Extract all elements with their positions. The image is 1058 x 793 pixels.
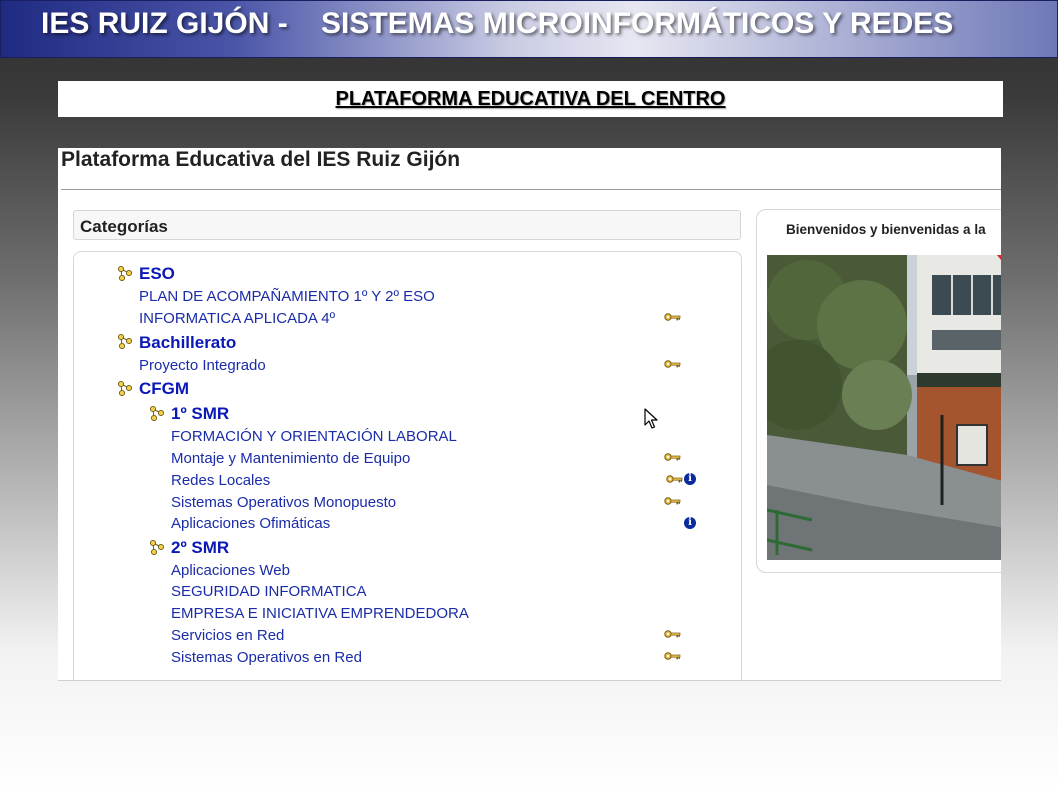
course-link[interactable]: Sistemas Operativos Monopuesto: [171, 494, 396, 511]
course-link[interactable]: Sistemas Operativos en Red: [171, 649, 362, 666]
category-node-icon: [149, 405, 165, 421]
category-eso[interactable]: ESO: [139, 264, 175, 284]
course-link[interactable]: Aplicaciones Web: [171, 562, 290, 579]
key-icon[interactable]: [664, 651, 681, 661]
title-divider: [61, 189, 1001, 190]
categories-heading: Categorías: [80, 217, 168, 236]
welcome-text: Bienvenidos y bienvenidas a la: [786, 222, 986, 237]
info-icon[interactable]: i: [684, 473, 696, 485]
course-link[interactable]: Redes Locales: [171, 472, 270, 489]
course-link[interactable]: Proyecto Integrado: [139, 357, 266, 374]
category-node-icon: [117, 380, 133, 396]
course-link[interactable]: FORMACIÓN Y ORIENTACIÓN LABORAL: [171, 428, 457, 445]
site-title: Plataforma Educativa del IES Ruiz Gijón: [61, 148, 461, 171]
category-bachillerato[interactable]: Bachillerato: [139, 333, 236, 353]
slide-title: IES RUIZ GIJÓN - SISTEMAS MICROINFORMÁTI…: [41, 7, 954, 40]
platform-banner-label: PLATAFORMA EDUCATIVA DEL CENTRO: [335, 88, 726, 110]
categories-header: Categorías: [73, 210, 741, 240]
category-1-smr[interactable]: 1º SMR: [171, 404, 229, 424]
course-link[interactable]: INFORMATICA APLICADA 4º: [139, 310, 335, 327]
course-link[interactable]: Montaje y Mantenimiento de Equipo: [171, 450, 410, 467]
info-icon[interactable]: i: [684, 517, 696, 529]
key-icon[interactable]: [664, 452, 681, 462]
mouse-cursor-icon: [644, 408, 658, 429]
course-link[interactable]: EMPRESA E INICIATIVA EMPRENDEDORA: [171, 605, 469, 622]
welcome-panel: Bienvenidos y bienvenidas a la: [756, 209, 1001, 573]
key-icon[interactable]: [664, 312, 681, 322]
key-icon[interactable]: [666, 474, 683, 484]
slide-header-bar: IES RUIZ GIJÓN - SISTEMAS MICROINFORMÁTI…: [0, 0, 1058, 58]
moodle-screenshot: Plataforma Educativa del IES Ruiz Gijón …: [58, 148, 1001, 681]
course-link[interactable]: SEGURIDAD INFORMATICA: [171, 583, 367, 600]
course-link[interactable]: Aplicaciones Ofimáticas: [171, 515, 330, 532]
key-icon[interactable]: [664, 496, 681, 506]
platform-banner: PLATAFORMA EDUCATIVA DEL CENTRO: [58, 81, 1003, 117]
key-icon[interactable]: [664, 629, 681, 639]
category-2-smr[interactable]: 2º SMR: [171, 538, 229, 558]
school-building-photo: [767, 255, 1001, 560]
category-node-icon: [117, 333, 133, 349]
category-node-icon: [149, 539, 165, 555]
course-link[interactable]: PLAN DE ACOMPAÑAMIENTO 1º Y 2º ESO: [139, 288, 435, 305]
course-link[interactable]: Servicios en Red: [171, 627, 284, 644]
category-node-icon: [117, 265, 133, 281]
key-icon[interactable]: [664, 359, 681, 369]
category-cfgm[interactable]: CFGM: [139, 379, 189, 399]
